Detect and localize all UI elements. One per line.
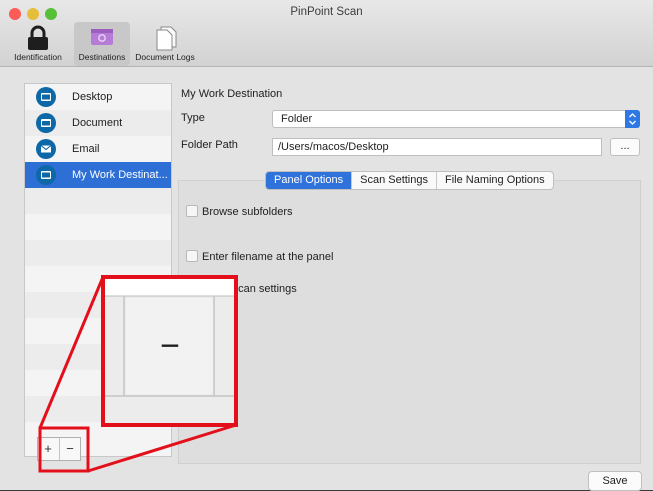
list-row-empty <box>25 292 171 318</box>
select-arrows-icon <box>625 110 640 128</box>
browse-button[interactable]: ... <box>610 138 640 156</box>
add-remove-control: + − <box>37 437 81 461</box>
email-icon <box>36 139 56 159</box>
toolbar-label: Destinations <box>78 52 126 62</box>
list-item-label: Desktop <box>72 91 113 103</box>
list-row-empty <box>25 318 171 344</box>
toolbar-document-logs[interactable]: Document Logs <box>131 22 199 66</box>
list-item-label: Document <box>72 117 123 129</box>
checkbox[interactable] <box>186 250 198 262</box>
folder-path-label: Folder Path <box>181 139 238 151</box>
option-label: Browse subfolders <box>202 206 293 218</box>
list-row-empty <box>25 188 171 214</box>
lock-icon <box>28 25 48 50</box>
tab-file-naming-options[interactable]: File Naming Options <box>437 172 553 189</box>
desktop-icon <box>36 165 56 185</box>
tab-panel-options[interactable]: Panel Options <box>266 172 353 189</box>
checkbox[interactable] <box>186 205 198 217</box>
app-window: PinPoint Scan Identification Destination… <box>0 0 653 491</box>
list-row-empty <box>25 240 171 266</box>
desktop-icon <box>36 87 56 107</box>
save-button[interactable]: Save <box>588 471 642 491</box>
remove-destination-button[interactable]: − <box>59 438 80 460</box>
list-row-empty <box>25 370 171 396</box>
checkbox[interactable] <box>186 282 198 294</box>
list-item-document[interactable]: Document <box>25 110 171 136</box>
toolbar-label: Document Logs <box>135 52 195 62</box>
tab-scan-settings[interactable]: Scan Settings <box>352 172 437 189</box>
list-row-empty <box>25 396 171 422</box>
list-row-empty <box>25 214 171 240</box>
add-destination-button[interactable]: + <box>38 438 58 460</box>
option-browse-subfolders[interactable]: Browse subfolders <box>186 205 293 219</box>
destination-list[interactable]: Desktop Document Email My Work Destinat.… <box>24 83 172 457</box>
type-select-value: Folder <box>281 113 313 125</box>
option-enter-filename[interactable]: Enter filename at the panel <box>186 250 333 264</box>
document-logs-icon <box>156 26 177 51</box>
window-title: PinPoint Scan <box>290 6 363 18</box>
type-label: Type <box>181 112 205 124</box>
list-item-email[interactable]: Email <box>25 136 171 162</box>
list-item-my-work-destination[interactable]: My Work Destinat... <box>25 162 171 188</box>
option-label: Enter filename at the panel <box>202 251 334 263</box>
main-content: Desktop Document Email My Work Destinat.… <box>0 67 653 491</box>
folder-path-input[interactable]: /Users/macos/Desktop <box>272 138 602 156</box>
toolbar-destinations[interactable]: Destinations <box>74 22 130 66</box>
destination-name: My Work Destination <box>181 88 283 100</box>
folder-icon <box>36 113 56 133</box>
list-item-label: My Work Destinat... <box>72 169 168 181</box>
list-item-desktop[interactable]: Desktop <box>25 84 171 110</box>
options-panel <box>178 180 641 464</box>
folder-path-value: /Users/macos/Desktop <box>278 141 389 153</box>
option-show-scan-settings[interactable]: Show scan settings <box>186 282 297 296</box>
destination-icon <box>91 29 113 45</box>
list-item-label: Email <box>72 143 100 155</box>
toolbar-identification[interactable]: Identification <box>3 22 73 66</box>
tab-bar: Panel Options Scan Settings File Naming … <box>265 171 554 190</box>
list-row-empty <box>25 266 171 292</box>
type-select[interactable]: Folder <box>272 110 640 128</box>
title-bar: PinPoint Scan Identification Destination… <box>0 0 653 67</box>
option-label: Show scan settings <box>202 283 297 295</box>
list-row-empty <box>25 344 171 370</box>
toolbar-label: Identification <box>14 52 62 62</box>
